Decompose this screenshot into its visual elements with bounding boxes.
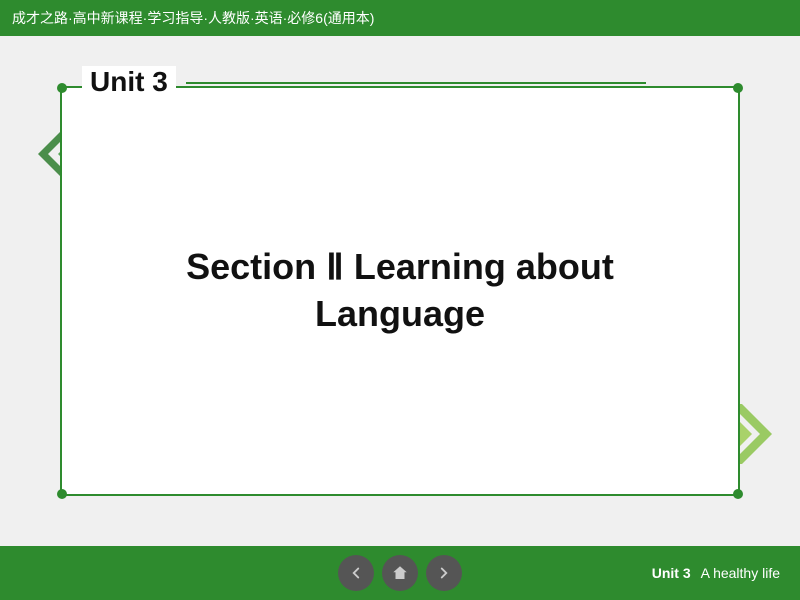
header-bar: 成才之路·高中新课程·学习指导·人教版·英语·必修6(通用本): [0, 0, 800, 36]
corner-dot-tr: [733, 83, 743, 93]
footer-right: Unit 3 A healthy life: [652, 565, 780, 581]
section-text: Section Ⅱ Learning about Language: [166, 244, 634, 338]
unit-title-line: [186, 82, 646, 84]
nav-home-button[interactable]: [382, 555, 418, 591]
main-area: Unit 3 Section Ⅱ Learning about Language: [0, 36, 800, 546]
content-card: Unit 3 Section Ⅱ Learning about Language: [60, 86, 740, 496]
unit-title: Unit 3: [82, 66, 176, 98]
footer-subtitle: A healthy life: [701, 565, 780, 581]
header-title: 成才之路·高中新课程·学习指导·人教版·英语·必修6(通用本): [12, 8, 374, 28]
section-line2: Language: [186, 291, 614, 338]
corner-dot-bl: [57, 489, 67, 499]
section-line1: Section Ⅱ Learning about: [186, 244, 614, 291]
footer-unit: Unit 3: [652, 565, 691, 581]
nav-forward-button[interactable]: [426, 555, 462, 591]
unit-title-area: Unit 3: [82, 66, 646, 98]
nav-buttons: [338, 555, 462, 591]
footer-bar: Unit 3 A healthy life: [0, 546, 800, 600]
nav-back-button[interactable]: [338, 555, 374, 591]
corner-dot-tl: [57, 83, 67, 93]
corner-dot-br: [733, 489, 743, 499]
